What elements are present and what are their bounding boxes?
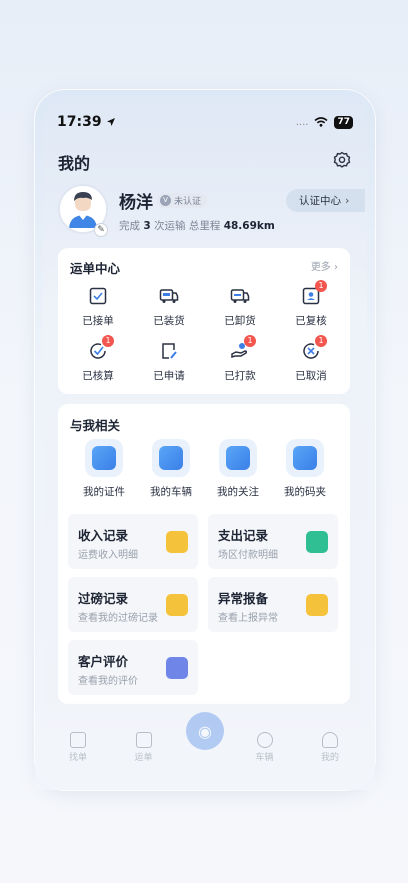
review-icon: 1 xyxy=(301,280,327,306)
username: 杨洋 xyxy=(119,193,153,213)
cancel-icon: 1 xyxy=(301,335,327,361)
scan-icon: ◉ xyxy=(198,721,212,741)
vehicle-icon xyxy=(159,446,183,470)
order-item-loaded[interactable]: 已装货 xyxy=(139,286,199,328)
related-title: 与我相关 xyxy=(70,418,121,433)
heart-icon xyxy=(226,446,250,470)
apply-icon xyxy=(159,341,179,361)
my-vehicles-item[interactable]: 我的车辆 xyxy=(143,439,199,499)
related-card: 与我相关 我的证件 我的车辆 我的关注 我的码夹 收入记录 运费收入明细 支出记… xyxy=(58,404,350,704)
status-bar: 17:39 .... 77 xyxy=(57,113,353,131)
order-item-unloaded[interactable]: 已卸货 xyxy=(210,286,270,328)
unloaded-truck-icon xyxy=(230,286,250,306)
code-folder-icon xyxy=(293,446,317,470)
signal-icon: .... xyxy=(295,116,309,128)
my-code-folder-item[interactable]: 我的码夹 xyxy=(277,439,333,499)
location-arrow-icon xyxy=(106,118,115,126)
income-coin-icon xyxy=(166,531,188,553)
loaded-truck-icon xyxy=(159,286,179,306)
wifi-icon xyxy=(314,117,328,127)
chevron-right-icon: › xyxy=(345,194,350,207)
income-records-tile[interactable]: 收入记录 运费收入明细 xyxy=(68,514,198,569)
total-mileage: 48.69km xyxy=(223,220,275,232)
verify-icon: V xyxy=(160,195,171,206)
shield-icon xyxy=(256,732,273,748)
chevron-right-icon: › xyxy=(334,262,338,273)
expense-records-tile[interactable]: 支出记录 场区付款明细 xyxy=(208,514,338,569)
expense-money-icon xyxy=(306,531,328,553)
my-documents-item[interactable]: 我的证件 xyxy=(76,439,132,499)
order-center-title: 运单中心 xyxy=(70,261,121,276)
order-item-applied[interactable]: 已申请 xyxy=(139,341,199,383)
tab-find-orders[interactable]: 找单 xyxy=(53,718,103,768)
weighing-records-tile[interactable]: 过磅记录 查看我的过磅记录 xyxy=(68,577,198,632)
id-card-icon xyxy=(92,446,116,470)
profile-stats: 完成 3 次运输 总里程 48.69km xyxy=(119,220,275,232)
badge-count: 1 xyxy=(244,335,256,347)
checked-icon: 1 xyxy=(88,335,114,361)
status-time: 17:39 xyxy=(57,114,116,130)
badge-count: 1 xyxy=(102,335,114,347)
my-follows-item[interactable]: 我的关注 xyxy=(210,439,266,499)
person-icon xyxy=(322,732,338,748)
truck-icon xyxy=(135,732,152,748)
edit-avatar-icon[interactable]: ✎ xyxy=(94,223,108,237)
exception-report-tile[interactable]: 异常报备 查看上报异常 xyxy=(208,577,338,632)
tab-mine[interactable]: 我的 xyxy=(305,718,355,768)
order-item-paid[interactable]: 1 已打款 xyxy=(210,335,270,383)
order-center-card: 运单中心 更多 › 已接单 已装货 已卸货 1 已复核 1 已核算 已申请 1 … xyxy=(58,248,350,394)
more-link[interactable]: 更多 › xyxy=(311,258,338,273)
verify-status-badge: V 未认证 xyxy=(157,193,208,208)
gear-icon[interactable] xyxy=(333,151,351,169)
battery-icon: 77 xyxy=(334,115,353,129)
cert-center-button[interactable]: 认证中心 › xyxy=(286,189,365,212)
tab-waybills[interactable]: 运单 xyxy=(119,718,169,768)
order-item-accepted[interactable]: 已接单 xyxy=(68,286,128,328)
badge-count: 1 xyxy=(315,335,327,347)
customer-reviews-tile[interactable]: 客户评价 查看我的评价 xyxy=(68,640,198,695)
badge-count: 1 xyxy=(315,280,327,292)
calendar-icon xyxy=(70,732,86,748)
scale-icon xyxy=(166,594,188,616)
page-title: 我的 xyxy=(58,154,91,173)
user-review-icon xyxy=(166,657,188,679)
payment-icon: 1 xyxy=(230,335,256,361)
order-item-checked[interactable]: 1 已核算 xyxy=(68,335,128,383)
order-item-reviewed[interactable]: 1 已复核 xyxy=(281,280,341,328)
order-accepted-icon xyxy=(88,286,108,306)
center-scan-button[interactable]: ◉ xyxy=(186,712,224,750)
trip-count: 3 xyxy=(143,220,151,232)
order-item-cancelled[interactable]: 1 已取消 xyxy=(281,335,341,383)
warning-icon xyxy=(306,594,328,616)
tab-vehicles[interactable]: 车辆 xyxy=(240,718,290,768)
